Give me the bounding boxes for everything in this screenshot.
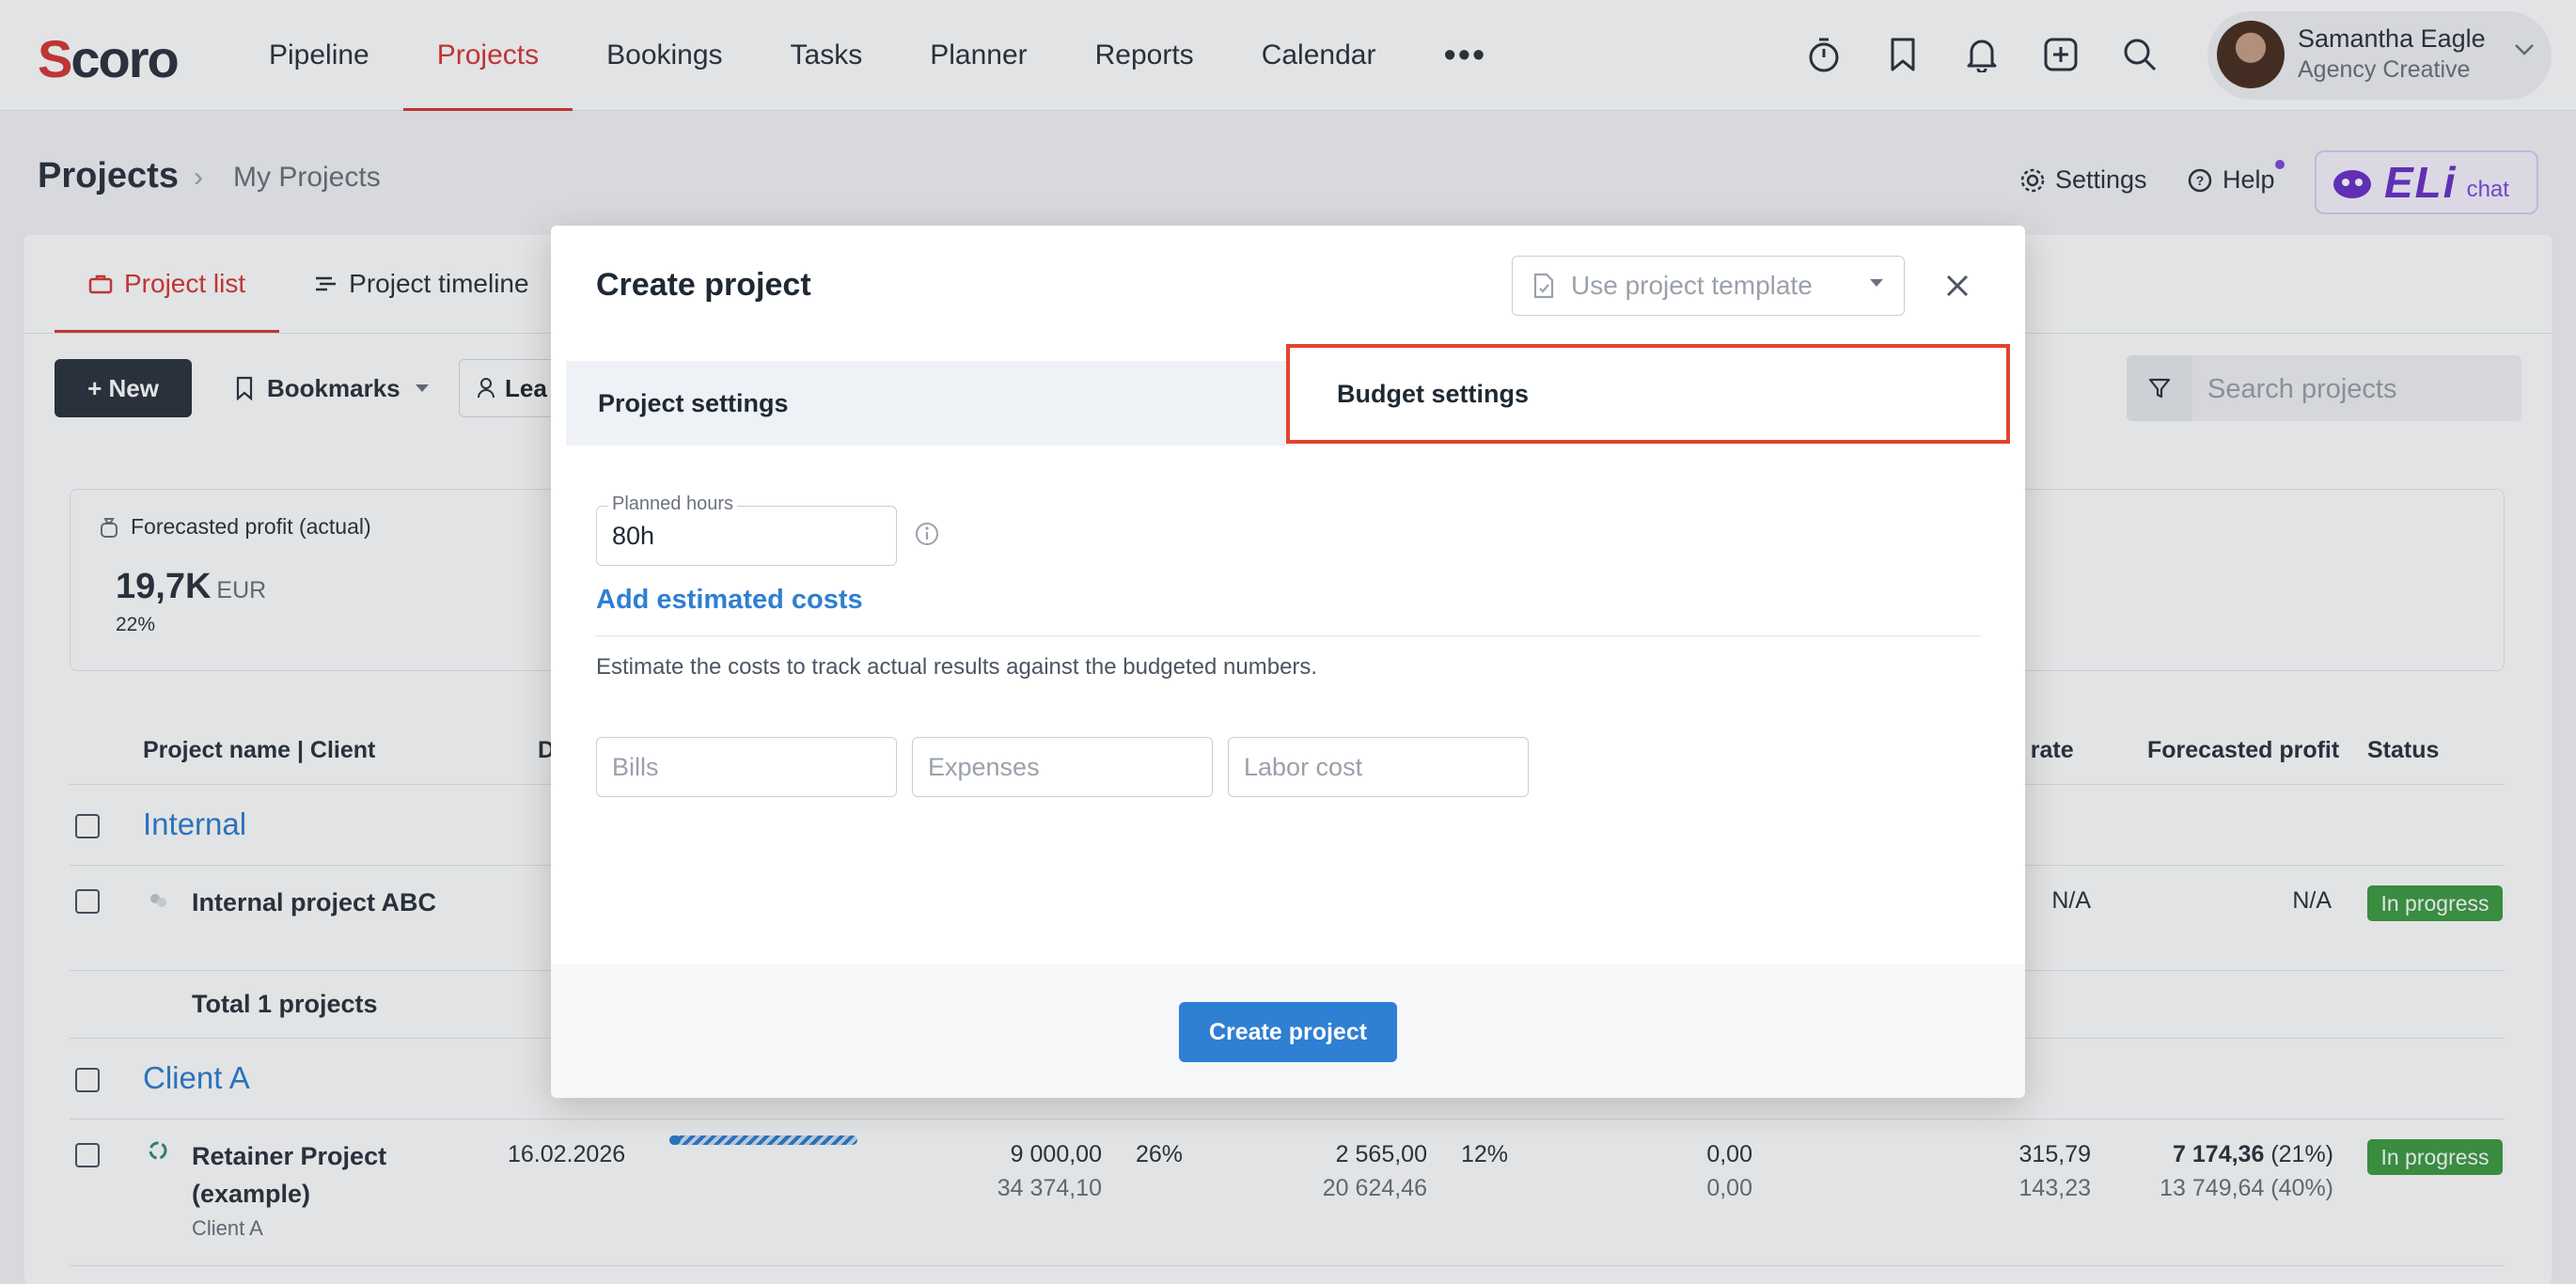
add-estimated-costs-link[interactable]: Add estimated costs	[596, 585, 863, 616]
info-icon[interactable]	[914, 521, 940, 547]
tab-budget-settings[interactable]: Budget settings	[1286, 344, 2010, 444]
create-project-dialog: Create project Use project template Proj…	[551, 226, 2025, 1098]
close-button[interactable]	[1937, 265, 1978, 306]
expenses-field[interactable]: Expenses	[912, 737, 1213, 797]
template-icon	[1533, 273, 1554, 299]
close-icon	[1946, 274, 1969, 297]
dialog-footer: Create project	[551, 964, 2025, 1098]
project-template-select[interactable]: Use project template	[1512, 256, 1905, 316]
caret-down-icon	[1870, 279, 1883, 287]
dialog-title: Create project	[596, 267, 811, 303]
costs-hint: Estimate the costs to track actual resul…	[596, 654, 1318, 680]
labor-cost-field[interactable]: Labor cost	[1228, 737, 1529, 797]
bills-placeholder: Bills	[612, 753, 659, 781]
template-placeholder: Use project template	[1571, 271, 1813, 300]
expenses-placeholder: Expenses	[928, 753, 1040, 781]
planned-hours-label: Planned hours	[608, 493, 737, 515]
costs-divider	[596, 635, 1980, 636]
planned-hours-field[interactable]: Planned hours 80h	[596, 493, 897, 566]
planned-hours-value: 80h	[612, 522, 655, 550]
labor-cost-placeholder: Labor cost	[1244, 753, 1363, 781]
bills-field[interactable]: Bills	[596, 737, 897, 797]
tab-project-settings[interactable]: Project settings	[566, 361, 1296, 446]
create-project-button[interactable]: Create project	[1179, 1002, 1397, 1062]
